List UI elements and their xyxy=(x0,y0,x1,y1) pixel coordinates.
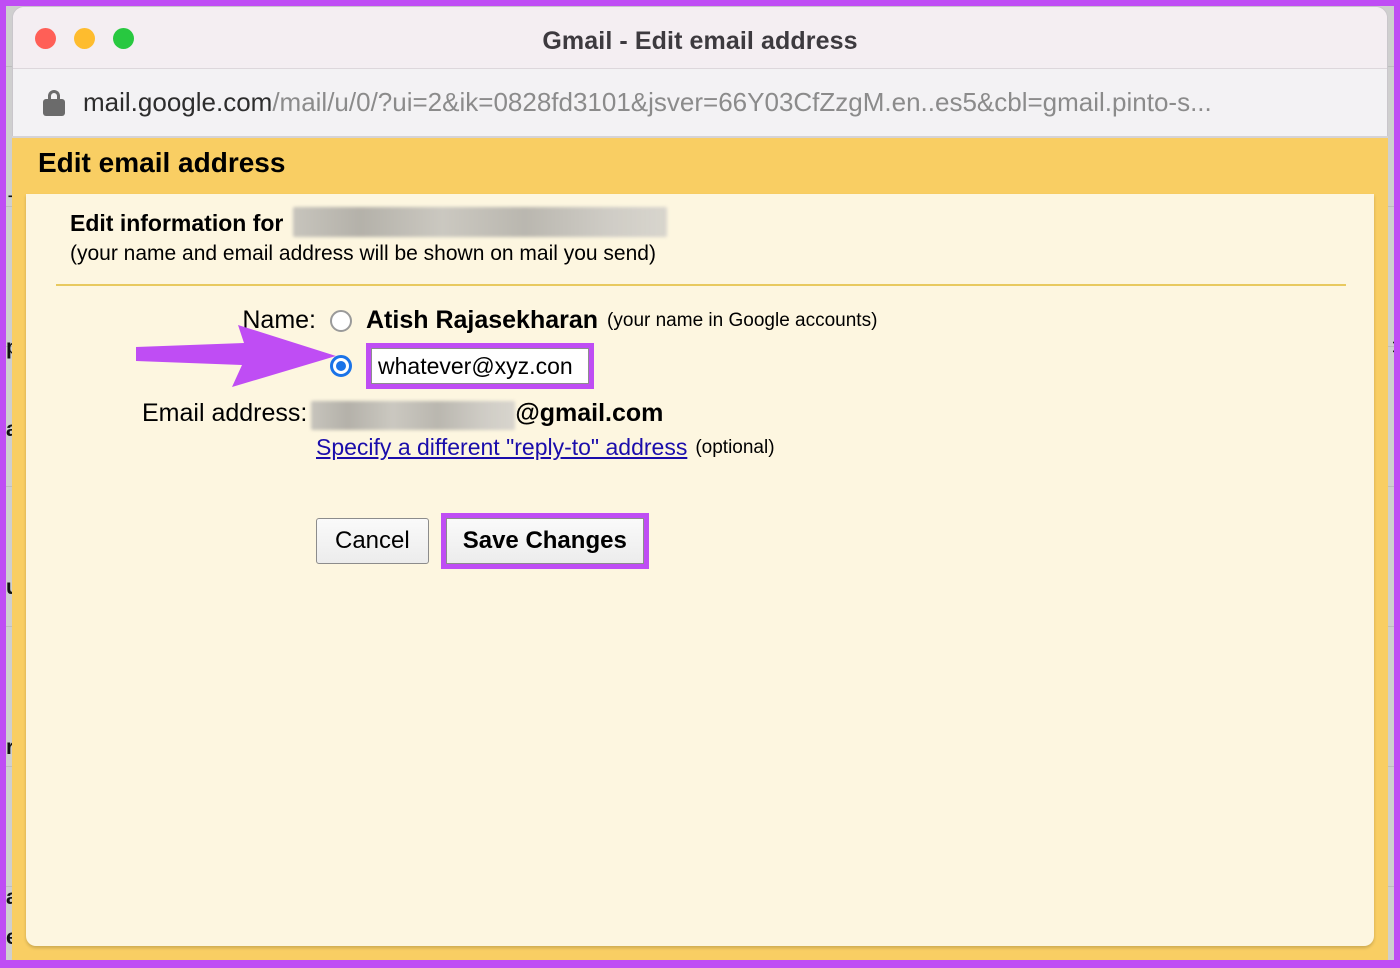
name-option-account-row: Name: Atish Rajasekharan (your name in G… xyxy=(26,306,1374,335)
dialog-body: Edit information for (your name and emai… xyxy=(26,194,1374,946)
radio-custom-name[interactable] xyxy=(330,355,352,377)
url-bar[interactable]: mail.google.com/mail/u/0/?ui=2&ik=0828fd… xyxy=(13,69,1387,136)
account-name-text: Atish Rajasekharan xyxy=(366,306,599,334)
window-titlebar: Gmail - Edit email address xyxy=(13,7,1387,69)
radio-account-name[interactable] xyxy=(330,309,352,332)
email-domain: @gmail.com xyxy=(515,399,664,427)
url-host: mail.google.com xyxy=(83,87,273,117)
email-address-row: Email address: @gmail.com xyxy=(26,399,1374,430)
redacted-email-local xyxy=(311,401,516,430)
reply-to-row: Specify a different "reply-to" address (… xyxy=(26,434,1374,461)
email-address-label: Email address: xyxy=(142,399,308,427)
custom-name-input[interactable] xyxy=(371,348,589,384)
browser-window: Gmail - Edit email address mail.google.c… xyxy=(12,6,1388,136)
dialog-header-title: Edit email address xyxy=(38,147,286,178)
cancel-button[interactable]: Cancel xyxy=(316,518,429,564)
window-title: Gmail - Edit email address xyxy=(542,27,858,55)
edit-information-row: Edit information for xyxy=(26,194,1374,240)
background-text-fragment: > xyxy=(1392,336,1394,360)
save-button-highlight: Save Changes xyxy=(440,513,649,569)
edit-email-form: Name: Atish Rajasekharan (your name in G… xyxy=(26,286,1374,569)
dialog-subnote: (your name and email address will be sho… xyxy=(70,242,656,265)
url-path: /mail/u/0/?ui=2&ik=0828fd3101&jsver=66Y0… xyxy=(272,87,1212,117)
name-label: Name: xyxy=(242,306,316,334)
edit-information-label: Edit information for xyxy=(70,210,284,236)
url-text: mail.google.com/mail/u/0/?ui=2&ik=0828fd… xyxy=(83,87,1212,118)
name-option-custom-row xyxy=(26,343,1374,389)
account-name-hint: (your name in Google accounts) xyxy=(607,309,878,331)
reply-to-link[interactable]: Specify a different "reply-to" address xyxy=(316,434,687,461)
lock-icon xyxy=(43,89,65,116)
dialog-actions: Cancel Save Changes xyxy=(26,513,1374,569)
custom-name-highlight xyxy=(366,343,594,389)
save-changes-button[interactable]: Save Changes xyxy=(445,518,644,564)
redacted-account-name xyxy=(293,207,668,237)
edit-email-dialog: Edit email address Edit information for … xyxy=(12,136,1388,960)
reply-to-optional-label: (optional) xyxy=(695,436,775,458)
annotated-screenshot: Tpaurae>i Gmail - Edit email address mai… xyxy=(0,0,1400,968)
